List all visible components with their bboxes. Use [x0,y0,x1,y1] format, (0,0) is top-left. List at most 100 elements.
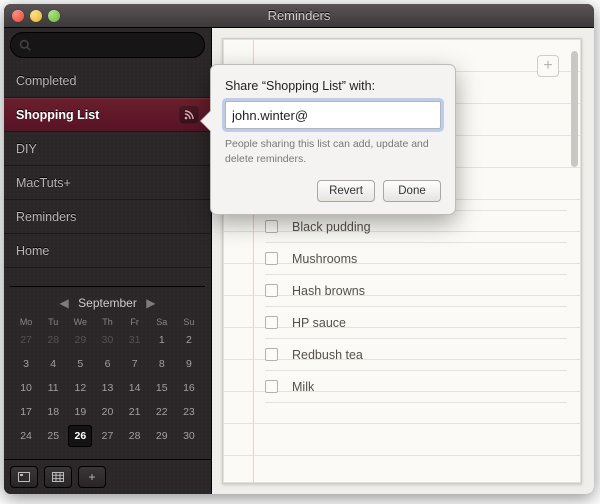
calendar-day[interactable]: 12 [68,377,92,399]
calendar-day[interactable]: 7 [123,353,147,375]
card-icon [18,472,30,482]
window-title: Reminders [4,8,594,23]
calendar-day-other-month[interactable]: 27 [14,329,38,351]
calendar-day[interactable]: 20 [95,401,119,423]
window-minimize-button[interactable] [30,10,42,22]
calendar-day-other-month[interactable]: 31 [123,329,147,351]
calendar-day-other-month[interactable]: 30 [95,329,119,351]
calendar-day[interactable]: 29 [150,425,174,447]
calendar-day[interactable]: 30 [177,425,201,447]
sidebar-item-label: DIY [16,142,37,156]
reminder-checkbox[interactable] [265,348,278,361]
add-list-button[interactable]: + [78,466,106,488]
reminder-text: Hash browns [292,284,365,298]
share-list-button[interactable] [179,106,199,124]
calendar-dow: Tu [41,317,65,327]
reminder-checkbox[interactable] [265,220,278,233]
share-recipient-input[interactable] [225,101,441,129]
calendar-day-other-month[interactable]: 28 [41,329,65,351]
calendar-day[interactable]: 22 [150,401,174,423]
search-input[interactable] [31,38,196,52]
sidebar-item[interactable]: MacTuts+ [4,166,211,200]
calendar-dow: Th [95,317,119,327]
broadcast-icon [184,110,194,120]
reminder-row[interactable]: Milk [265,371,567,403]
calendar-day[interactable]: 27 [95,425,119,447]
add-reminder-button[interactable]: + [537,55,559,77]
grid-icon [52,472,64,482]
calendar-day[interactable]: 5 [68,353,92,375]
reminder-checkbox[interactable] [265,252,278,265]
window-zoom-button[interactable] [48,10,60,22]
calendar-day-other-month[interactable]: 29 [68,329,92,351]
reminder-checkbox[interactable] [265,284,278,297]
calendar-dow: Su [177,317,201,327]
view-card-button[interactable] [10,466,38,488]
calendar-day[interactable]: 1 [150,329,174,351]
plus-icon: + [543,57,552,75]
calendar-day[interactable]: 16 [177,377,201,399]
calendar-day[interactable]: 17 [14,401,38,423]
calendar-prev-button[interactable]: ◀ [58,296,70,310]
calendar-day[interactable]: 6 [95,353,119,375]
sidebar: Completed Shopping List DIY MacTuts+ Reminde… [4,28,212,494]
reminder-row[interactable]: HP sauce [265,307,567,339]
calendar-day[interactable]: 24 [14,425,38,447]
sidebar-item-label: MacTuts+ [16,176,71,190]
sidebar-item-label: Reminders [16,210,76,224]
sidebar-item-label: Shopping List [16,108,99,122]
window-close-button[interactable] [12,10,24,22]
calendar-day[interactable]: 9 [177,353,201,375]
calendar-dow: Mo [14,317,38,327]
sidebar-item[interactable]: Completed [4,64,211,98]
sidebar-item[interactable]: Reminders [4,200,211,234]
reminder-checkbox[interactable] [265,316,278,329]
calendar-day[interactable]: 18 [41,401,65,423]
share-popover: Share “Shopping List” with: People shari… [210,64,456,215]
calendar-day[interactable]: 14 [123,377,147,399]
reminder-text: Redbush tea [292,348,363,362]
reminder-text: Mushrooms [292,252,357,266]
calendar-day[interactable]: 23 [177,401,201,423]
sidebar-item-label: Home [16,244,49,258]
calendar-dow: We [68,317,92,327]
sidebar-lists: Completed Shopping List DIY MacTuts+ Reminde… [4,64,211,268]
reminder-row[interactable]: Black pudding [265,211,567,243]
calendar-day[interactable]: 21 [123,401,147,423]
sidebar-item[interactable]: Shopping List [4,98,211,132]
calendar-next-button[interactable]: ▶ [145,296,157,310]
sidebar-item[interactable]: Home [4,234,211,268]
plus-icon: + [88,470,95,484]
calendar: ◀ September ▶ MoTuWeThFrSaSu272829303112… [10,286,205,455]
sidebar-item[interactable]: DIY [4,132,211,166]
calendar-day[interactable]: 2 [177,329,201,351]
reminder-row[interactable]: Redbush tea [265,339,567,371]
scrollbar-thumb[interactable] [571,51,578,167]
calendar-day[interactable]: 19 [68,401,92,423]
share-popover-hint: People sharing this list can add, update… [225,137,441,166]
share-popover-title: Share “Shopping List” with: [225,79,441,93]
search-icon [19,39,31,51]
calendar-day[interactable]: 15 [150,377,174,399]
search-field-container[interactable] [10,32,205,58]
view-calendar-button[interactable] [44,466,72,488]
reminder-row[interactable]: Mushrooms [265,243,567,275]
reminder-checkbox[interactable] [265,380,278,393]
calendar-day[interactable]: 28 [123,425,147,447]
calendar-day[interactable]: 8 [150,353,174,375]
revert-button[interactable]: Revert [317,180,375,202]
calendar-day[interactable]: 25 [41,425,65,447]
calendar-day[interactable]: 11 [41,377,65,399]
calendar-day-today[interactable]: 26 [68,425,92,447]
calendar-month-label: September [78,296,137,310]
calendar-dow: Fr [123,317,147,327]
calendar-day[interactable]: 13 [95,377,119,399]
calendar-grid: MoTuWeThFrSaSu27282930311234567891011121… [14,317,201,447]
reminder-row[interactable]: Hash browns [265,275,567,307]
calendar-day[interactable]: 10 [14,377,38,399]
reminder-text: Milk [292,380,314,394]
done-button[interactable]: Done [383,180,441,202]
calendar-day[interactable]: 4 [41,353,65,375]
calendar-day[interactable]: 3 [14,353,38,375]
reminder-text: Black pudding [292,220,371,234]
